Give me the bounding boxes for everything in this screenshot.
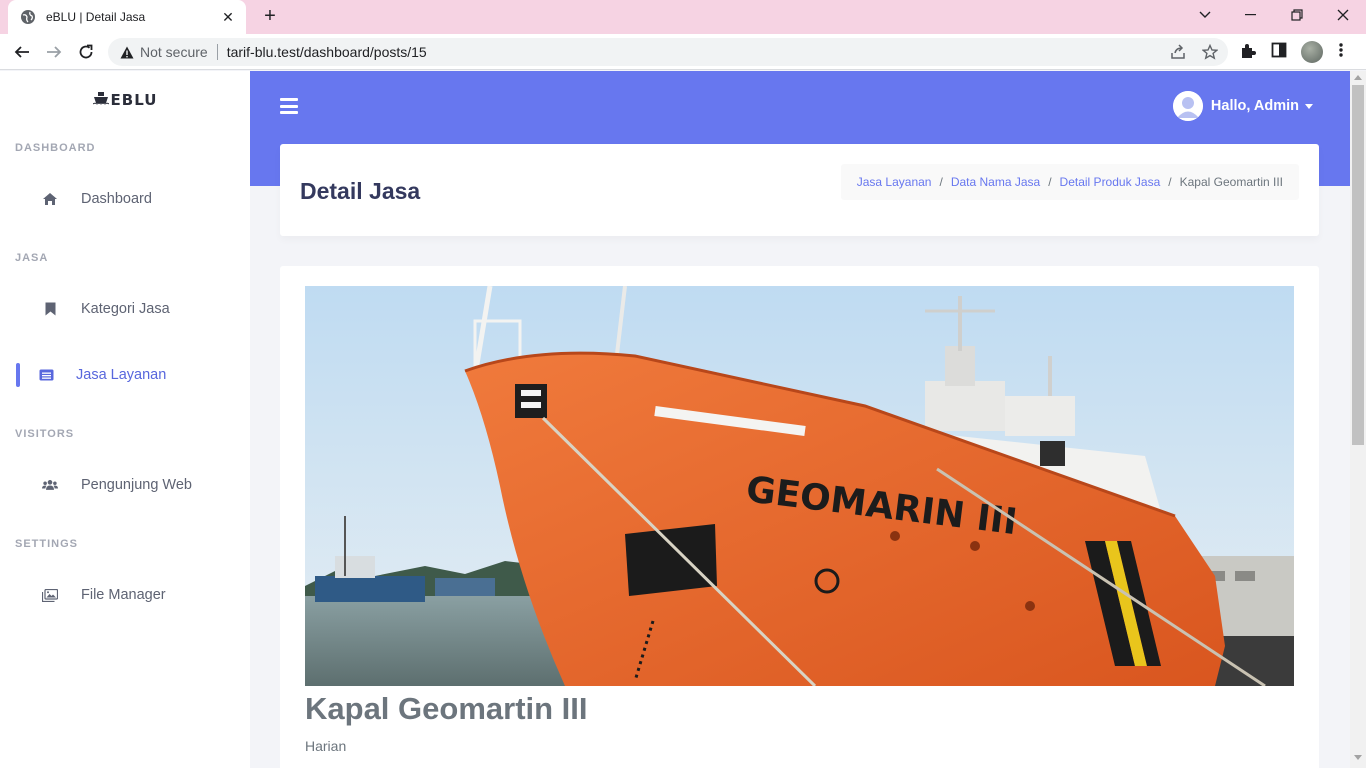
sidebar: EBLU DASHBOARD Dashboard JASA Kategori J… [0,71,250,768]
sidebar-item-label: Jasa Layanan [76,367,167,383]
sidebar-item-file-manager[interactable]: File Manager [0,577,250,613]
side-panel-icon[interactable] [1271,42,1287,58]
page: EBLU DASHBOARD Dashboard JASA Kategori J… [0,71,1366,768]
images-icon [42,587,58,603]
globe-icon [20,9,36,25]
tab-title: eBLU | Detail Jasa [46,10,146,24]
new-tab-button[interactable]: + [258,6,282,28]
post-title: Kapal Geomartin III [305,691,588,726]
restore-button[interactable] [1274,0,1320,30]
kebab-menu-icon[interactable] [1338,42,1344,58]
minimize-button[interactable] [1228,0,1274,30]
sidebar-item-label: Pengunjung Web [81,477,192,493]
divider [216,44,218,60]
sidebar-item-jasa-layanan[interactable]: Jasa Layanan [0,357,250,393]
scroll-up-icon[interactable] [1354,75,1362,80]
breadcrumb-current: Kapal Geomartin III [1179,175,1283,189]
url-text: tarif-blu.test/dashboard/posts/15 [226,44,427,60]
page-title: Detail Jasa [300,178,421,204]
scroll-down-icon[interactable] [1354,755,1362,760]
active-indicator [16,363,20,387]
warning-icon[interactable] [120,46,134,59]
section-heading-visitors: VISITORS [15,428,75,440]
breadcrumb-link-jasa-layanan[interactable]: Jasa Layanan [857,175,932,189]
sidebar-item-label: Dashboard [81,191,152,207]
main-content: Hallo, Admin Detail Jasa Jasa Layanan / … [250,71,1350,768]
browser-tab[interactable]: eBLU | Detail Jasa ✕ [8,0,246,34]
section-heading-jasa: JASA [15,252,49,264]
list-icon [38,367,54,383]
home-icon [42,191,58,207]
bookmark-star-icon[interactable] [1201,43,1219,63]
sidebar-item-label: Kategori Jasa [81,301,170,317]
sidebar-item-pengunjung-web[interactable]: Pengunjung Web [0,467,250,503]
users-icon [42,477,58,493]
user-avatar-icon [1172,91,1203,121]
close-window-button[interactable] [1320,0,1366,30]
user-greeting: Hallo, Admin [1210,98,1299,114]
profile-avatar[interactable] [1301,41,1323,63]
tab-close-icon[interactable]: ✕ [220,9,236,26]
bookmark-icon [42,301,58,317]
extensions-icon[interactable] [1239,42,1257,60]
brand[interactable]: EBLU [0,91,250,109]
post-subtitle: Harian [305,738,347,754]
section-heading-settings: SETTINGS [15,538,79,550]
reload-button[interactable] [72,38,100,66]
breadcrumb: Jasa Layanan / Data Nama Jasa / Detail P… [840,164,1299,200]
scrollbar-thumb[interactable] [1352,85,1364,445]
section-heading-dashboard: DASHBOARD [15,142,96,154]
brand-name: EBLU [110,91,158,109]
page-scrollbar[interactable] [1350,71,1366,768]
sidebar-item-kategori-jasa[interactable]: Kategori Jasa [0,291,250,327]
user-dropdown[interactable]: Hallo, Admin [1172,91,1313,121]
address-bar[interactable]: Not secure tarif-blu.test/dashboard/post… [108,38,1228,66]
caret-down-icon [1305,103,1313,109]
sidebar-item-dashboard[interactable]: Dashboard [0,181,250,217]
tab-search-chevron-icon[interactable] [1182,0,1228,30]
breadcrumb-separator: / [1048,175,1052,189]
breadcrumb-link-detail-produk-jasa[interactable]: Detail Produk Jasa [1060,175,1161,189]
breadcrumb-link-data-nama-jasa[interactable]: Data Nama Jasa [951,175,1040,189]
browser-tabbar: eBLU | Detail Jasa ✕ + [0,0,1366,34]
hamburger-menu-icon[interactable] [280,98,298,114]
browser-toolbar: Not secure tarif-blu.test/dashboard/post… [0,34,1366,70]
breadcrumb-separator: / [939,175,943,189]
forward-button[interactable] [40,38,68,66]
share-icon[interactable] [1170,44,1186,63]
post-card: GEOMARIN III Kapal Geomartin III Harian [280,266,1319,768]
breadcrumb-separator: / [1168,175,1172,189]
ship-icon [92,91,109,109]
sidebar-item-label: File Manager [81,587,166,603]
security-label: Not secure [140,44,208,60]
post-image: GEOMARIN III [305,286,1294,686]
section-header: Detail Jasa Jasa Layanan / Data Nama Jas… [280,144,1319,236]
back-button[interactable] [8,38,36,66]
